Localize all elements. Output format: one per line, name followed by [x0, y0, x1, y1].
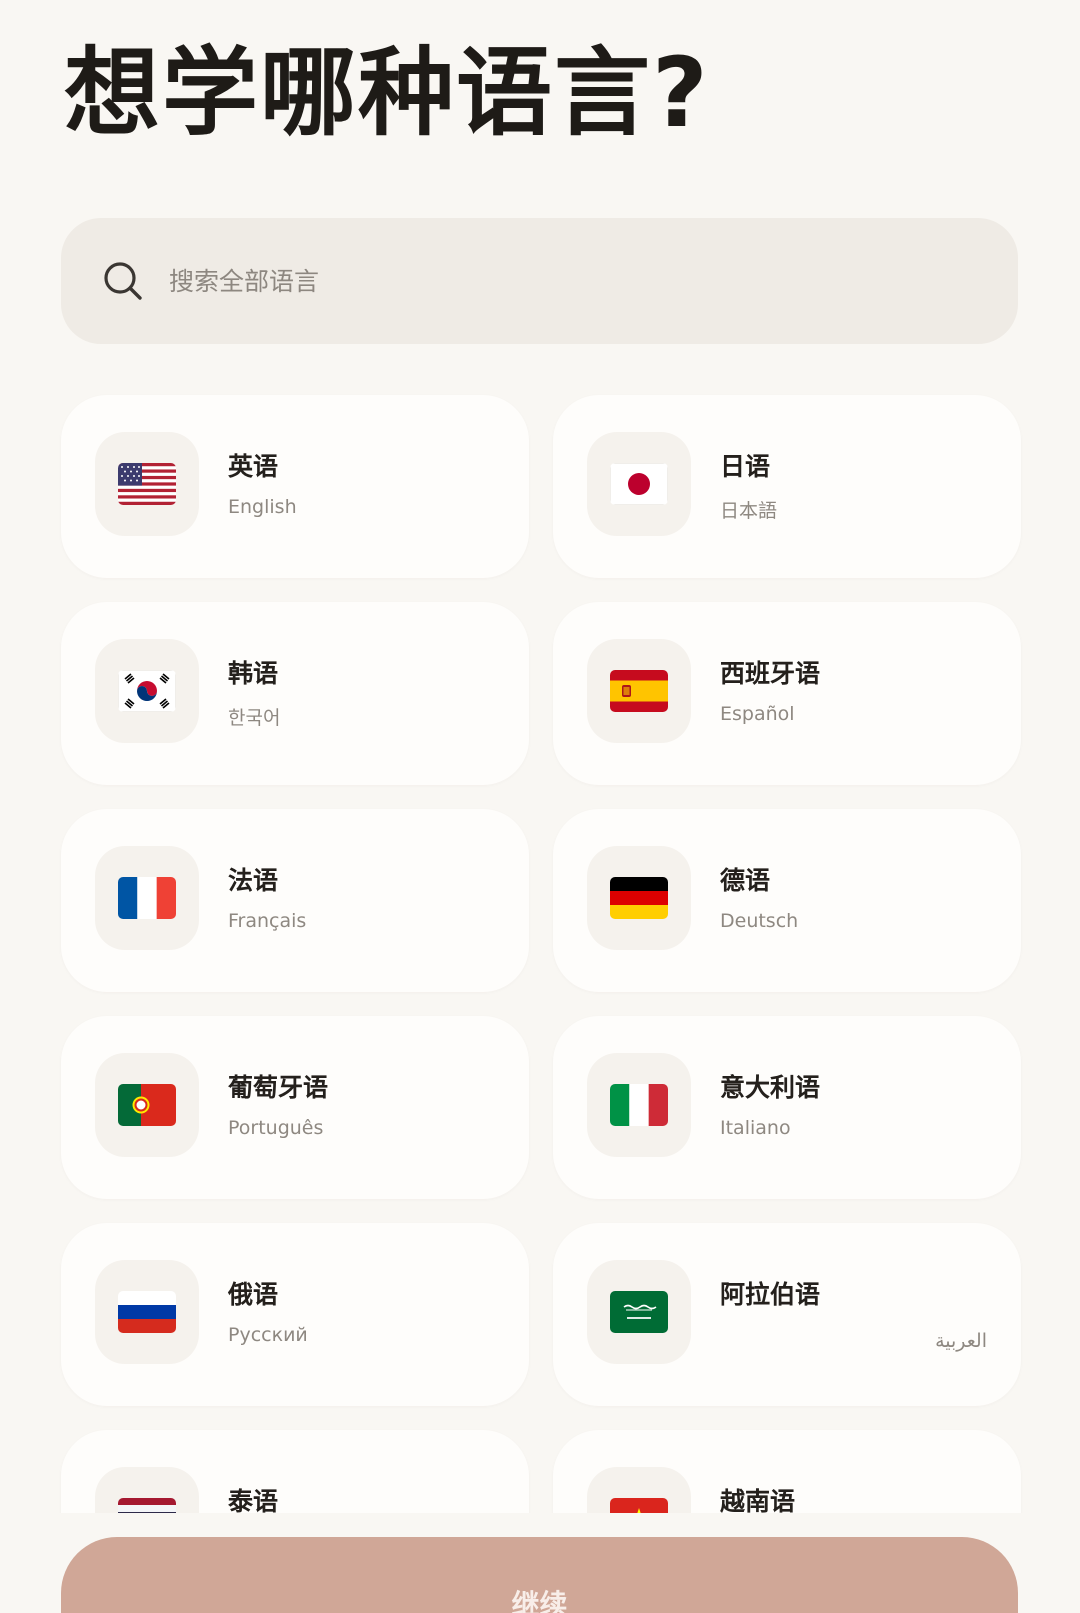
language-name: 阿拉伯语: [720, 1280, 821, 1309]
flag-container: [587, 639, 691, 743]
language-card-spanish[interactable]: 西班牙语 Español: [553, 602, 1021, 785]
language-card-portuguese[interactable]: 葡萄牙语 Português: [61, 1016, 529, 1199]
continue-button[interactable]: 继续: [61, 1537, 1018, 1613]
vietnam-flag-icon: [610, 1498, 668, 1513]
thailand-flag-icon: [118, 1498, 176, 1513]
flag-container: [587, 1053, 691, 1157]
search-bar[interactable]: [61, 218, 1018, 344]
language-name: 韩语: [228, 659, 279, 688]
italy-flag-icon: [610, 1084, 668, 1126]
language-card-french[interactable]: 法语 Français: [61, 809, 529, 992]
language-native-name: العربية: [935, 1330, 987, 1352]
language-card-russian[interactable]: 俄语 Русский: [61, 1223, 529, 1406]
language-name: 葡萄牙语: [228, 1073, 329, 1102]
search-input[interactable]: [169, 251, 929, 311]
language-native-name: Português: [228, 1117, 324, 1139]
flag-container: [95, 1260, 199, 1364]
flag-container: [587, 846, 691, 950]
language-native-name: 日本語: [720, 500, 778, 522]
saudi-flag-icon: [610, 1291, 668, 1333]
portugal-flag-icon: [118, 1084, 176, 1126]
language-name: 俄语: [228, 1280, 279, 1309]
language-card-japanese[interactable]: 日语 日本語: [553, 395, 1021, 578]
france-flag-icon: [118, 877, 176, 919]
flag-container: [95, 846, 199, 950]
korea-flag-icon: [118, 670, 176, 712]
language-name: 法语: [228, 866, 279, 895]
language-grid: 英语 English 日语 日本語 韩语 한국어 西班牙语 Español 法语…: [61, 395, 1021, 1513]
language-card-korean[interactable]: 韩语 한국어: [61, 602, 529, 785]
language-native-name: Deutsch: [720, 910, 799, 932]
language-name: 西班牙语: [720, 659, 821, 688]
language-native-name: Español: [720, 703, 795, 725]
russia-flag-icon: [118, 1291, 176, 1333]
language-card-vietnamese[interactable]: 越南语: [553, 1430, 1021, 1513]
search-icon: [104, 262, 142, 300]
flag-container: [587, 1467, 691, 1513]
language-name: 泰语: [228, 1487, 279, 1513]
language-select-screen: 想学哪种语言? 搜索全部语言 英语 English 日语 日本語 韩语 한국어 …: [0, 0, 1080, 1613]
language-native-name: 한국어: [228, 707, 281, 729]
us-flag-icon: [118, 463, 176, 505]
language-card-english[interactable]: 英语 English: [61, 395, 529, 578]
language-native-name: Italiano: [720, 1117, 791, 1139]
language-native-name: Русский: [228, 1324, 308, 1346]
flag-container: [95, 639, 199, 743]
page-title: 想学哪种语言?: [64, 37, 710, 149]
language-name: 越南语: [720, 1487, 796, 1513]
language-card-italian[interactable]: 意大利语 Italiano: [553, 1016, 1021, 1199]
germany-flag-icon: [610, 877, 668, 919]
flag-container: [95, 1467, 199, 1513]
language-list[interactable]: 英语 English 日语 日本語 韩语 한국어 西班牙语 Español 法语…: [0, 390, 1080, 1513]
flag-container: [95, 432, 199, 536]
japan-flag-icon: [610, 463, 668, 505]
language-name: 德语: [720, 866, 771, 895]
language-native-name: English: [228, 496, 297, 518]
language-name: 英语: [228, 452, 279, 481]
flag-container: [587, 432, 691, 536]
language-name: 意大利语: [720, 1073, 821, 1102]
language-name: 日语: [720, 452, 771, 481]
language-card-german[interactable]: 德语 Deutsch: [553, 809, 1021, 992]
flag-container: [95, 1053, 199, 1157]
flag-container: [587, 1260, 691, 1364]
language-card-thai[interactable]: 泰语: [61, 1430, 529, 1513]
spain-flag-icon: [610, 670, 668, 712]
language-card-arabic[interactable]: 阿拉伯语 العربية: [553, 1223, 1021, 1406]
language-native-name: Français: [228, 910, 307, 932]
